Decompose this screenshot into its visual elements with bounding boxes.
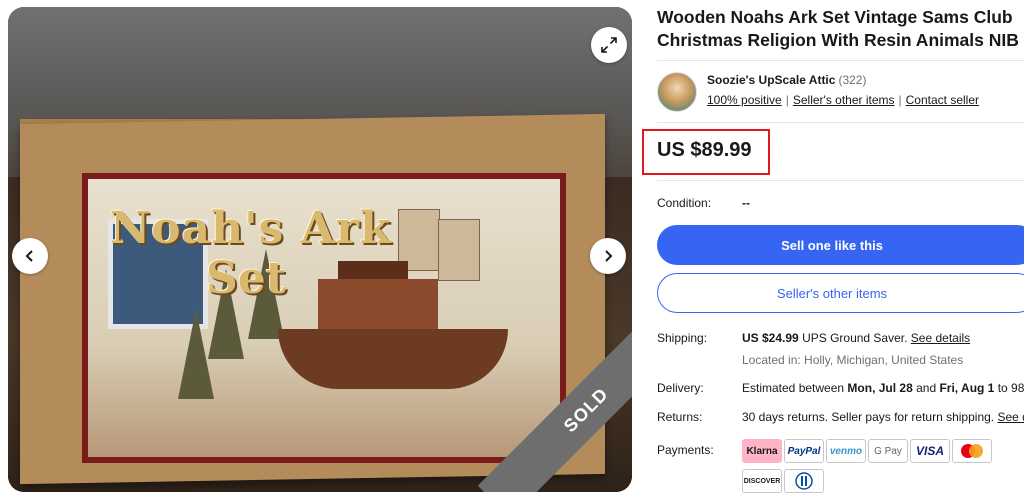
shipping-label: Shipping: [657, 331, 708, 345]
payments-label: Payments: [657, 443, 714, 457]
delivery-value: Estimated between Mon, Jul 28 and Fri, A… [742, 381, 1024, 395]
condition-value: -- [742, 196, 750, 210]
shipping-details-link[interactable]: See details [911, 331, 970, 345]
divider [657, 180, 1024, 181]
delivery-label: Delivery: [657, 381, 704, 395]
venmo-icon: venmo [826, 439, 866, 463]
mastercard-icon [952, 439, 992, 463]
seller-info: Soozie's UpScale Attic (322) 100% positiv… [657, 70, 1024, 112]
divider [657, 122, 1024, 123]
shipping-value: US $24.99 UPS Ground Saver. See details [742, 331, 970, 345]
klarna-icon: Klarna [742, 439, 782, 463]
divider [657, 60, 1024, 61]
delivery-start-date: Mon, Jul 28 [847, 381, 913, 395]
visa-icon: VISA [910, 439, 950, 463]
seller-other-items-link[interactable]: Seller's other items [793, 93, 895, 107]
image-gallery[interactable]: Noah's Ark Set SOLD [8, 7, 632, 492]
sellers-other-items-button[interactable]: Seller's other items [657, 273, 1024, 313]
seller-avatar[interactable] [657, 72, 697, 112]
chevron-right-icon [605, 250, 613, 262]
chevron-left-icon [25, 250, 33, 262]
returns-details-link[interactable]: See de [997, 410, 1024, 424]
discover-icon: DISCOVER [742, 469, 782, 493]
seller-feedback-count: (322) [838, 73, 867, 87]
seller-name[interactable]: Soozie's UpScale Attic [707, 73, 835, 87]
item-location: Located in: Holly, Michigan, United Stat… [742, 353, 964, 367]
sell-one-like-this-button[interactable]: Sell one like this [657, 225, 1024, 265]
photo-label-title: Noah's Ark [110, 203, 392, 254]
payment-methods: Klarna PayPal venmo G Pay VISA DISCOVER [742, 439, 1024, 499]
google-pay-icon: G Pay [868, 439, 908, 463]
condition-label: Condition: [657, 196, 712, 210]
item-price: US $89.99 [657, 139, 752, 161]
expand-button[interactable] [591, 27, 627, 63]
contact-seller-link[interactable]: Contact seller [906, 93, 979, 107]
shipping-service: UPS Ground Saver. [802, 331, 908, 345]
photo-box-label: Noah's Ark Set [82, 173, 566, 463]
diners-club-icon [784, 469, 824, 493]
photo-label-subtitle: Set [206, 253, 287, 304]
delivery-end-date: Fri, Aug 1 [939, 381, 995, 395]
item-info-panel: Wooden Noahs Ark Set Vintage Sams Club C… [642, 0, 1024, 499]
paypal-icon: PayPal [784, 439, 824, 463]
expand-icon [601, 37, 617, 53]
next-image-button[interactable] [590, 238, 626, 274]
photo-ark [278, 329, 508, 389]
previous-image-button[interactable] [12, 238, 48, 274]
item-title: Wooden Noahs Ark Set Vintage Sams Club C… [657, 7, 1019, 50]
returns-value: 30 days returns. Seller pays for return … [742, 410, 1024, 424]
returns-label: Returns: [657, 410, 703, 424]
seller-feedback-link[interactable]: 100% positive [707, 93, 782, 107]
shipping-cost: US $24.99 [742, 331, 799, 345]
